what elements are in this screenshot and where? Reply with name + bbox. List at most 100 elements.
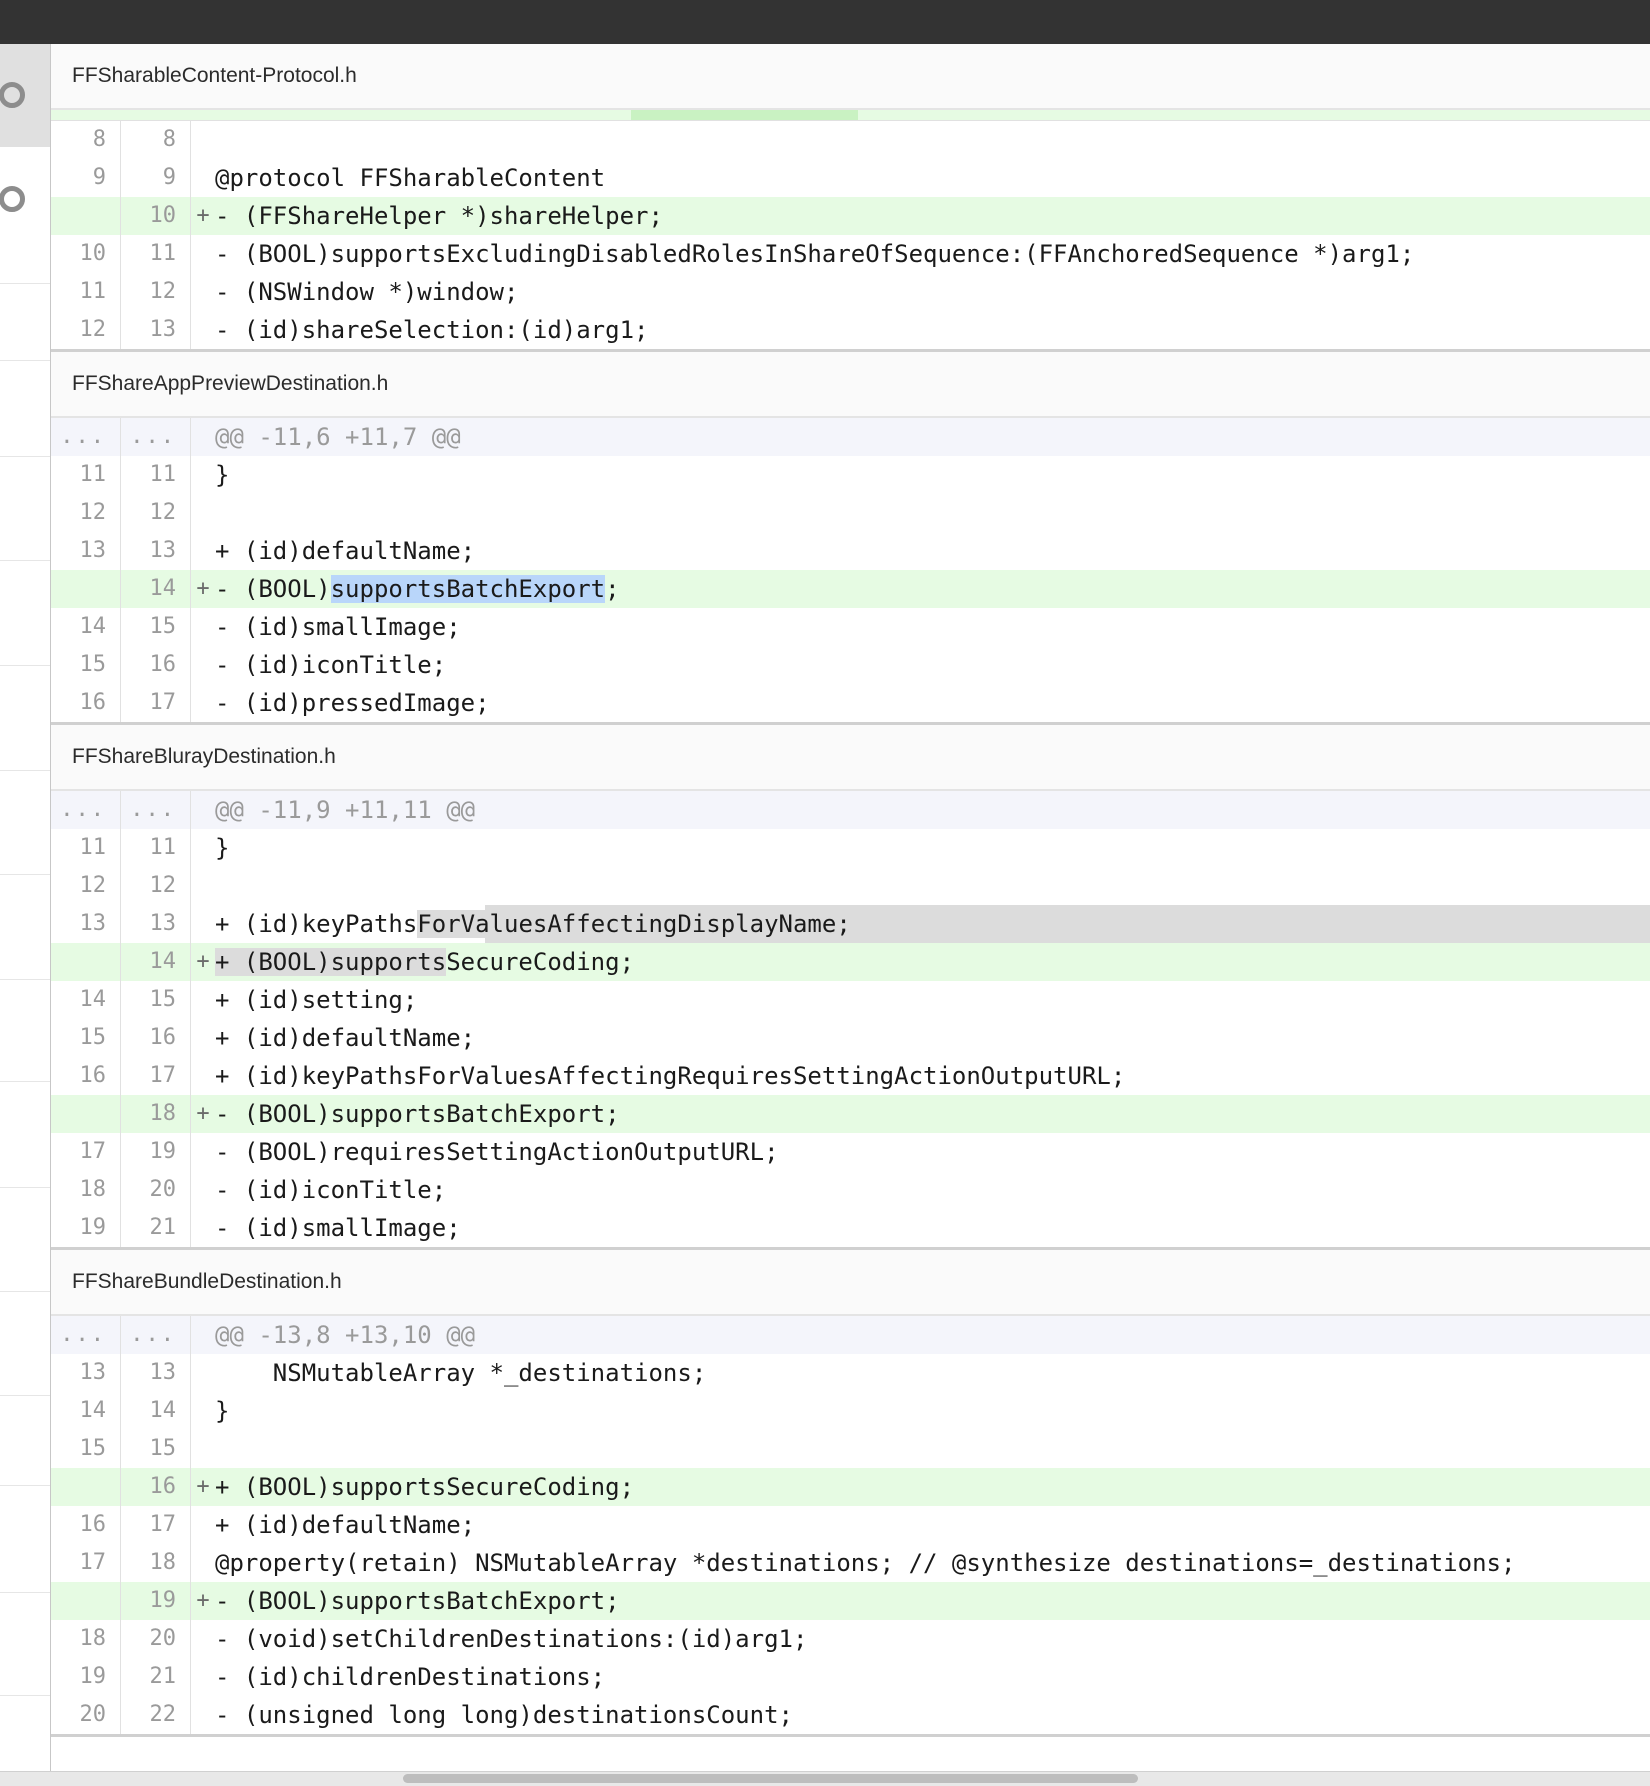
diff-line[interactable]: 11 11} [51, 829, 1650, 867]
diff-line[interactable]: 14 15 + (id)setting; [51, 981, 1650, 1019]
diff-line[interactable]: 11 12 - (NSWindow *)window; [51, 273, 1650, 311]
diff-line[interactable]: 15 15 [51, 1430, 1650, 1468]
change-marker [191, 159, 215, 197]
old-line-number: 13 [51, 532, 121, 570]
diff-file-block: FFShareBlurayDestination.h...... @@ -11,9… [51, 725, 1650, 1250]
old-line-number: 15 [51, 1430, 121, 1468]
new-line-number: 21 [121, 1658, 191, 1696]
diff-line[interactable]: 13 13 + (id)keyPathsForValuesAffectingDisp… [51, 905, 1650, 943]
change-marker [191, 791, 215, 829]
new-line-number: 20 [121, 1620, 191, 1658]
diff-line[interactable]: 19 21 - (id)smallImage; [51, 1209, 1650, 1247]
change-marker [191, 1209, 215, 1247]
radio-button-icon[interactable] [0, 82, 25, 108]
diff-line[interactable]: 19 21 - (id)childrenDestinations; [51, 1658, 1650, 1696]
old-line-number: 12 [51, 311, 121, 349]
old-line-number: 13 [51, 1354, 121, 1392]
diff-line[interactable]: 17 18 @property(retain) NSMutableArray *de… [51, 1544, 1650, 1582]
hunk-header-row[interactable]: ...... @@ -11,9 +11,11 @@ [51, 791, 1650, 829]
diff-line[interactable]: 16 17 + (id)defaultName; [51, 1506, 1650, 1544]
code-text: @@ -13,8 +13,10 @@ [215, 1321, 476, 1349]
radio-button-icon[interactable] [0, 186, 25, 212]
code-text: - (BOOL)supportsBatchExport; [215, 1100, 620, 1128]
diff-line[interactable]: 20 22 - (unsigned long long)destinationsCo… [51, 1696, 1650, 1734]
change-marker [191, 1430, 215, 1468]
code-text: - (id)smallImage; [215, 613, 461, 641]
diff-line[interactable]: 18 + - (BOOL)supportsBatchExport; [51, 1095, 1650, 1133]
new-line-number: 14 [121, 570, 191, 608]
change-marker: + [196, 1474, 210, 1499]
diff-line[interactable]: 11 11} [51, 456, 1650, 494]
new-line-number: 17 [121, 1057, 191, 1095]
diff-line[interactable]: 12 12 [51, 494, 1650, 532]
hunk-header-row[interactable]: ...... @@ -13,8 +13,10 @@ [51, 1316, 1650, 1354]
code-text: - (unsigned long long)destinationsCount; [215, 1701, 793, 1729]
diff-line[interactable]: 14 + + (BOOL)supportsSecureCoding; [51, 943, 1650, 981]
diff-line[interactable]: 14 + - (BOOL)supportsBatchExport; [51, 570, 1650, 608]
change-marker [191, 494, 215, 532]
change-marker [191, 1019, 215, 1057]
code-text: - (NSWindow *)window; [215, 278, 519, 306]
change-marker [191, 1506, 215, 1544]
new-line-number: 19 [121, 1133, 191, 1171]
diff-line[interactable]: 15 16 + (id)defaultName; [51, 1019, 1650, 1057]
code-text: } [215, 834, 230, 862]
diff-line[interactable]: 18 20 - (id)iconTitle; [51, 1171, 1650, 1209]
diff-line[interactable]: 12 13 - (id)shareSelection:(id)arg1; [51, 311, 1650, 349]
change-marker [191, 273, 215, 311]
change-marker [191, 418, 215, 456]
diff-line[interactable]: 14 14} [51, 1392, 1650, 1430]
diff-line[interactable]: 9 9 @protocol FFSharableContent [51, 159, 1650, 197]
new-line-number: 9 [121, 159, 191, 197]
diff-line[interactable]: 14 15 - (id)smallImage; [51, 608, 1650, 646]
code-text: - (id)childrenDestinations; [215, 1663, 606, 1691]
diff-line[interactable]: 17 19 - (BOOL)requiresSettingActionOutputU… [51, 1133, 1650, 1171]
file-header[interactable]: FFShareBundleDestination.h [51, 1250, 1650, 1316]
diff-line[interactable]: 15 16 - (id)iconTitle; [51, 646, 1650, 684]
diff-view[interactable]: FFSharableContent-Protocol.h 8 8 9 9 @protoco… [51, 44, 1650, 1771]
diff-line[interactable]: 18 20 - (void)setChildrenDestinations:(id)… [51, 1620, 1650, 1658]
diff-line[interactable]: 16 17 + (id)keyPathsForValuesAffectingRequ… [51, 1057, 1650, 1095]
new-line-number: 14 [121, 1392, 191, 1430]
old-line-number: 11 [51, 273, 121, 311]
old-line-number: 12 [51, 867, 121, 905]
old-line-number: 9 [51, 159, 121, 197]
change-marker: + [196, 949, 210, 974]
code-text: } [215, 1397, 230, 1425]
diff-line[interactable]: 16 + + (BOOL)supportsSecureCoding; [51, 1468, 1650, 1506]
diff-line[interactable]: 13 13 + (id)defaultName; [51, 532, 1650, 570]
file-header[interactable]: FFShareBlurayDestination.h [51, 725, 1650, 791]
diff-line[interactable]: 12 12 [51, 867, 1650, 905]
new-line-number: 22 [121, 1696, 191, 1734]
file-header[interactable]: FFShareAppPreviewDestination.h [51, 352, 1650, 418]
sidebar-divider [0, 456, 50, 457]
new-line-number: 18 [121, 1095, 191, 1133]
diff-line[interactable]: 19 + - (BOOL)supportsBatchExport; [51, 1582, 1650, 1620]
change-marker [191, 235, 215, 273]
sidebar-divider [0, 770, 50, 771]
old-line-number: ... [51, 791, 121, 829]
sidebar-divider [0, 360, 50, 361]
change-marker [191, 1658, 215, 1696]
diff-line[interactable]: 88 [51, 121, 1650, 159]
highlighted-text: + (BOOL)supports [215, 948, 447, 976]
diff-line[interactable]: 10 + - (FFShareHelper *)shareHelper; [51, 197, 1650, 235]
new-line-number: 18 [121, 1544, 191, 1582]
code-text: - (id)smallImage; [215, 1214, 461, 1242]
new-line-number: 12 [121, 273, 191, 311]
diff-line[interactable]: 10 11 - (BOOL)supportsExcludingDisabledRol… [51, 235, 1650, 273]
old-line-number: ... [51, 1316, 121, 1354]
file-header[interactable]: FFSharableContent-Protocol.h [51, 44, 1650, 110]
scrollbar-thumb[interactable] [403, 1774, 1138, 1783]
change-marker [191, 121, 215, 159]
horizontal-scrollbar[interactable] [0, 1771, 1650, 1786]
new-line-number: 17 [121, 684, 191, 722]
code-text: + (id)defaultName; [215, 1024, 476, 1052]
old-line-number: 20 [51, 1696, 121, 1734]
old-line-number: 14 [51, 1392, 121, 1430]
old-line-number: ... [51, 418, 121, 456]
hunk-header-row[interactable]: ...... @@ -11,6 +11,7 @@ [51, 418, 1650, 456]
old-line-number: 14 [51, 981, 121, 1019]
diff-line[interactable]: 13 13 NSMutableArray *_destinations; [51, 1354, 1650, 1392]
diff-line[interactable]: 16 17 - (id)pressedImage; [51, 684, 1650, 722]
